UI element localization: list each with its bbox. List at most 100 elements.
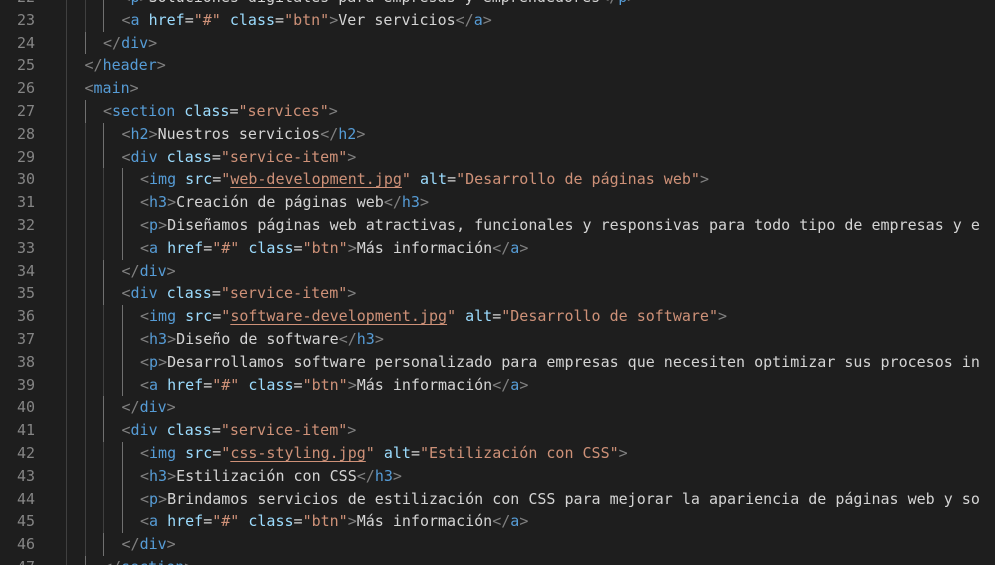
indent-guide — [84, 373, 104, 397]
indent-guide — [103, 122, 122, 146]
code-line[interactable]: 43 <h3>Estilización con CSS</h3> — [0, 464, 995, 488]
code-line[interactable]: 35 <div class="service-item"> — [0, 282, 995, 306]
code-line[interactable]: 22<p>Soluciones digitales para empresas … — [0, 0, 995, 9]
indent-guide — [121, 191, 141, 214]
indent-guide — [66, 510, 85, 534]
code-text: = — [212, 443, 222, 462]
indent-guide — [121, 464, 141, 488]
code-content[interactable]: <div class="service-item"> — [66, 419, 356, 442]
line-number: 33 — [16, 238, 35, 257]
code-bracket: > — [482, 10, 492, 29]
indent-guide — [66, 8, 85, 32]
code-editor[interactable]: 22<p>Soluciones digitales para empresas … — [0, 0, 995, 565]
code-text: = — [492, 307, 502, 326]
code-line[interactable]: 32 <p>Diseñamos páginas web atractivas, f… — [0, 213, 995, 237]
code-content[interactable]: <h3>Estilización con CSS</h3> — [66, 464, 402, 488]
code-line[interactable]: 26 <main> — [0, 77, 995, 100]
code-attribute: href — [167, 238, 204, 257]
code-line[interactable]: 46 </div> — [0, 533, 995, 556]
code-content[interactable]: <img src="software-development.jpg" alt=… — [66, 305, 727, 328]
code-content[interactable]: <p>Diseñamos páginas web atractivas, fun… — [66, 213, 980, 237]
indent-guide — [84, 122, 104, 146]
code-content[interactable]: <a href="#" class="btn">Más información<… — [66, 373, 528, 397]
code-line[interactable]: 44 <p>Brindamos servicios de estilización… — [0, 487, 995, 511]
code-line[interactable]: 37 <h3>Diseño de software</h3> — [0, 327, 995, 351]
indent-guide — [66, 259, 85, 283]
indent-guide — [84, 533, 104, 556]
code-line[interactable]: 31 <h3>Creación de páginas web</h3> — [0, 191, 995, 214]
code-line[interactable]: 24 </div> — [0, 31, 995, 55]
code-tag-name: div — [130, 147, 158, 166]
indent-guide — [103, 213, 122, 237]
indent-guide — [103, 373, 122, 397]
code-content[interactable]: <img src="web-development.jpg" alt="Desa… — [66, 168, 709, 192]
code-line[interactable]: 38 <p>Desarrollamos software personalizad… — [0, 350, 995, 374]
indent-guide — [84, 396, 104, 420]
indent-guide — [84, 350, 104, 374]
code-lines[interactable]: 22<p>Soluciones digitales para empresas … — [0, 0, 995, 565]
code-line[interactable]: 40 </div> — [0, 396, 995, 420]
code-content[interactable]: <p>Soluciones digitales para empresas y … — [66, 0, 636, 9]
code-text: Más información — [356, 375, 493, 394]
indent-guide — [121, 350, 141, 374]
code-content[interactable]: </div> — [66, 31, 157, 55]
code-line[interactable]: 27 <section class="services"> — [0, 99, 995, 123]
code-attribute: class — [184, 101, 230, 120]
indent-guide — [103, 145, 122, 169]
code-attribute: class — [248, 238, 294, 257]
code-content[interactable]: <img src="css-styling.jpg" alt="Estiliza… — [66, 441, 628, 465]
indent-guide — [66, 31, 85, 55]
code-file-link[interactable]: web-development.jpg — [230, 170, 402, 188]
code-line[interactable]: 25 </header> — [0, 54, 995, 78]
code-line[interactable]: 33 <a href="#" class="btn">Más informació… — [0, 236, 995, 260]
code-content[interactable]: </div> — [66, 259, 176, 283]
code-bracket: < — [121, 124, 131, 143]
code-content[interactable]: <h2>Nuestros servicios</h2> — [66, 122, 365, 146]
code-line[interactable]: 42 <img src="css-styling.jpg" alt="Estili… — [0, 441, 995, 465]
code-line[interactable]: 36 <img src="software-development.jpg" al… — [0, 305, 995, 328]
code-tag-name: div — [139, 398, 167, 417]
code-content[interactable]: </div> — [66, 533, 176, 556]
code-line[interactable]: 28 <h2>Nuestros servicios</h2> — [0, 122, 995, 146]
indent-guide — [84, 259, 104, 283]
code-bracket: > — [156, 56, 166, 75]
indent-guide — [121, 327, 141, 351]
code-content[interactable]: </div> — [66, 396, 176, 420]
code-tag-name: img — [149, 443, 177, 462]
code-line[interactable]: 39 <a href="#" class="btn">Más informació… — [0, 373, 995, 397]
indent-guide — [84, 487, 104, 511]
code-line[interactable]: 23 <a href="#" class="btn">Ver servicios<… — [0, 8, 995, 32]
code-content[interactable]: </header> — [66, 54, 166, 78]
code-bracket: > — [718, 307, 728, 326]
code-text: = — [275, 10, 285, 29]
code-content[interactable]: <div class="service-item"> — [66, 145, 356, 169]
indent-guide — [66, 305, 85, 328]
code-line[interactable]: 45 <a href="#" class="btn">Más informació… — [0, 510, 995, 534]
code-file-link[interactable]: software-development.jpg — [230, 307, 447, 325]
code-content[interactable]: <p>Brindamos servicios de estilización c… — [66, 487, 980, 511]
code-bracket: > — [167, 329, 177, 348]
code-bracket: > — [148, 124, 158, 143]
code-tag-name: a — [510, 238, 520, 257]
code-content[interactable]: <p>Desarrollamos software personalizado … — [66, 350, 980, 374]
indent-guide — [66, 122, 85, 146]
code-text: Estilización con CSS — [176, 466, 357, 485]
code-content[interactable]: <div class="service-item"> — [66, 282, 356, 306]
code-content[interactable]: <a href="#" class="btn">Ver servicios</a… — [66, 8, 492, 32]
code-content[interactable]: <h3>Creación de páginas web</h3> — [66, 191, 429, 214]
code-content[interactable]: </section> — [66, 555, 193, 565]
code-content[interactable]: <a href="#" class="btn">Más información<… — [66, 236, 528, 260]
code-content[interactable]: <h3>Diseño de software</h3> — [66, 327, 384, 351]
code-line[interactable]: 34 </div> — [0, 259, 995, 283]
code-line[interactable]: 47 </section> — [0, 555, 995, 565]
indent-guide — [103, 236, 122, 260]
code-line[interactable]: 30 <img src="web-development.jpg" alt="De… — [0, 168, 995, 192]
code-content[interactable]: <section class="services"> — [66, 99, 338, 123]
code-content[interactable]: <main> — [66, 77, 139, 100]
code-line[interactable]: 41 <div class="service-item"> — [0, 419, 995, 442]
code-content[interactable]: <a href="#" class="btn">Más información<… — [66, 510, 528, 534]
code-file-link[interactable]: css-styling.jpg — [230, 444, 365, 462]
code-line[interactable]: 29 <div class="service-item"> — [0, 145, 995, 169]
